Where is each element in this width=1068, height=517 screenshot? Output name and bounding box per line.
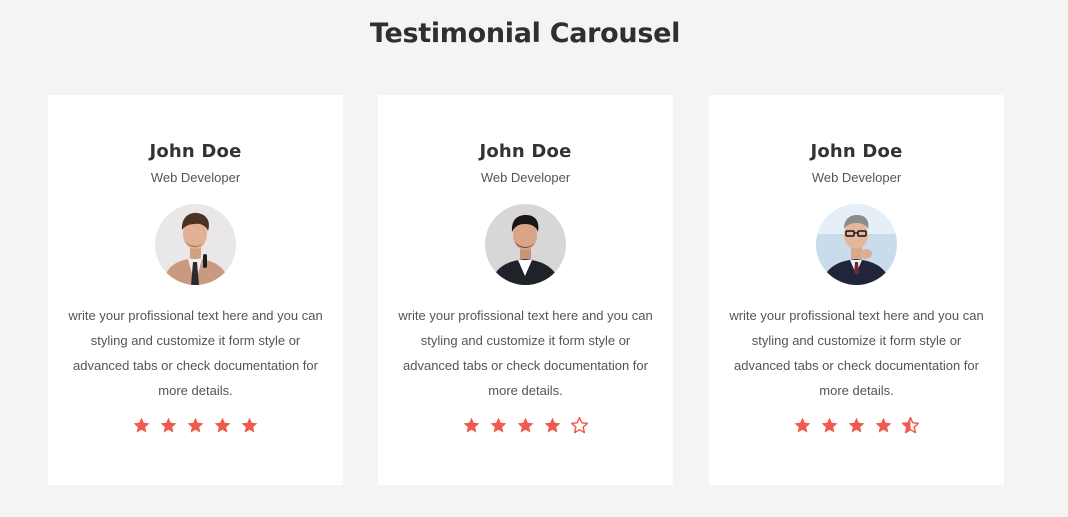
star-full-icon	[875, 417, 892, 433]
star-full-icon	[848, 417, 865, 433]
star-full-icon	[160, 417, 177, 433]
testimonial-text: write your profissional text here and yo…	[68, 308, 323, 398]
testimonial-name: John Doe	[479, 141, 572, 162]
star-full-icon	[133, 417, 150, 433]
testimonial-card-2: John Doe Web Developer write your profis…	[378, 95, 673, 485]
star-full-icon	[463, 417, 480, 433]
testimonial-card-1: John Doe Web Developer write your profis…	[48, 95, 343, 485]
star-rating	[48, 416, 343, 438]
star-empty-icon	[570, 416, 589, 434]
star-half-icon	[901, 416, 920, 434]
page-title: Testimonial Carousel	[369, 18, 681, 49]
star-rating	[709, 416, 1004, 438]
star-full-icon	[187, 417, 204, 433]
testimonial-role: Web Developer	[480, 170, 571, 185]
star-full-icon	[821, 417, 838, 433]
testimonial-name: John Doe	[149, 141, 242, 162]
testimonial-role: Web Developer	[150, 170, 241, 185]
star-full-icon	[517, 417, 534, 433]
testimonial-card-3: John Doe Web Developer write your profis…	[709, 95, 1004, 485]
testimonial-text: write your profissional text here and yo…	[398, 308, 653, 398]
star-full-icon	[241, 417, 258, 433]
avatar	[816, 204, 897, 285]
avatar	[485, 204, 566, 285]
avatar	[155, 204, 236, 285]
star-full-icon	[490, 417, 507, 433]
testimonial-name: John Doe	[810, 141, 903, 162]
testimonial-text: write your profissional text here and yo…	[729, 308, 984, 398]
testimonial-role: Web Developer	[811, 170, 902, 185]
star-full-icon	[214, 417, 231, 433]
star-full-icon	[544, 417, 561, 433]
star-full-icon	[794, 417, 811, 433]
star-rating	[378, 416, 673, 438]
